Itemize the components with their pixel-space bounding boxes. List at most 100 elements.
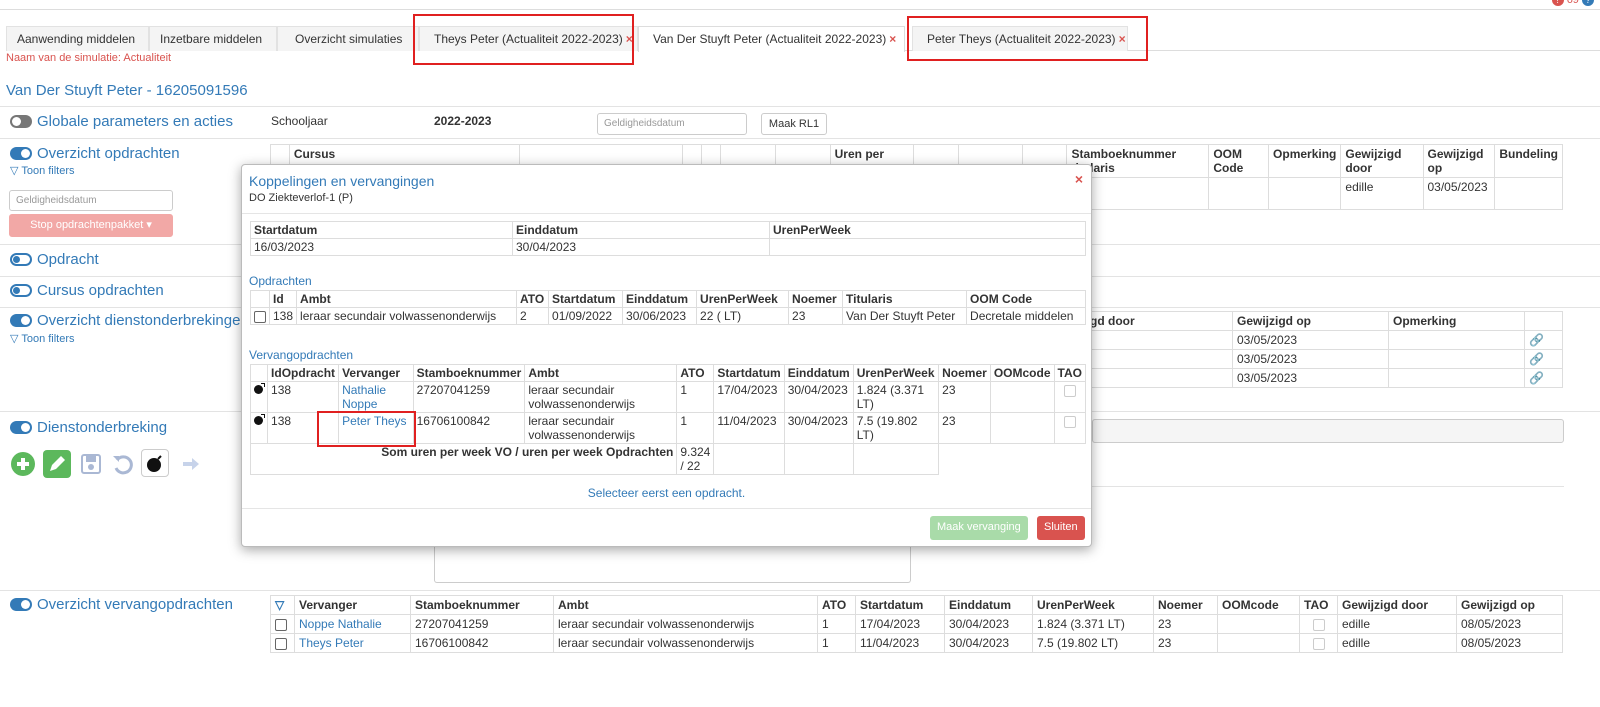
table-cell: 16706100842 bbox=[412, 412, 526, 444]
tab-inzetbare-middelen[interactable]: Inzetbare middelen bbox=[149, 26, 277, 51]
table-cell: 23 bbox=[788, 307, 844, 325]
page-title: Van Der Stuyft Peter - 16205091596 bbox=[6, 82, 248, 99]
table-cell bbox=[783, 443, 854, 475]
table-cell: 🔗 bbox=[1524, 330, 1563, 350]
tao-checkbox[interactable] bbox=[1063, 415, 1076, 428]
vervanger-link[interactable]: Theys Peter bbox=[294, 633, 411, 653]
add-icon[interactable] bbox=[9, 450, 37, 478]
tao-checkbox[interactable] bbox=[1063, 384, 1076, 397]
table-cell bbox=[1053, 381, 1087, 413]
bomb-icon[interactable] bbox=[254, 383, 265, 394]
modal-footer-divider bbox=[242, 508, 1091, 509]
sluiten-button[interactable]: Sluiten bbox=[1037, 516, 1085, 540]
link-icon[interactable]: 🔗 bbox=[1529, 352, 1544, 366]
tab-aanwending-middelen[interactable]: Aanwending middelen bbox=[6, 26, 149, 51]
table-cell: 30/06/2023 bbox=[622, 307, 698, 325]
filter-icon: ▽ bbox=[10, 333, 19, 345]
toon-filters-link-2[interactable]: ▽ Toon filters bbox=[10, 332, 75, 345]
section-overzicht-dienstonderbrekingen[interactable]: Overzicht dienstonderbrekingen bbox=[10, 312, 249, 329]
table-header: Noemer bbox=[938, 364, 991, 382]
table-cell: Decretale middelen bbox=[966, 307, 1086, 325]
table-cell bbox=[713, 443, 785, 475]
filter-icon[interactable]: ▽ bbox=[275, 598, 284, 612]
section-cursus-opdrachten[interactable]: Cursus opdrachten bbox=[10, 282, 164, 299]
table-cell: 1 bbox=[676, 381, 715, 413]
table-cell: 17/04/2023 bbox=[855, 614, 945, 634]
dienstonderbreking-field[interactable] bbox=[1092, 419, 1564, 443]
table-header: UrenPerWeek bbox=[1032, 595, 1154, 615]
table-header: Gewijzigd op bbox=[1422, 144, 1496, 178]
table-header: gd door bbox=[1085, 311, 1233, 331]
table-header: Bundeling bbox=[1494, 144, 1563, 178]
toon-filters-link[interactable]: ▽ Toon filters bbox=[10, 164, 75, 177]
toggle-icon[interactable] bbox=[10, 314, 32, 327]
toggle-icon[interactable] bbox=[10, 421, 32, 434]
close-tab-icon[interactable]: × bbox=[889, 32, 896, 46]
toggle-icon[interactable] bbox=[10, 284, 32, 297]
table-row[interactable]: 03/05/2023 🔗 bbox=[1085, 368, 1563, 388]
geldigheidsdatum-input[interactable]: Geldigheidsdatum bbox=[597, 113, 747, 135]
table-cell bbox=[1085, 368, 1233, 388]
table-row[interactable]: 03/05/2023 🔗 bbox=[1085, 349, 1563, 369]
table-header: Id bbox=[268, 290, 298, 308]
link-icon[interactable]: 🔗 bbox=[1529, 371, 1544, 385]
row-checkbox[interactable] bbox=[275, 637, 287, 650]
table-row[interactable]: 138 Nathalie Noppe 27207041259 leraar se… bbox=[249, 381, 1087, 413]
simulation-name: Naam van de simulatie: Actualiteit bbox=[6, 52, 172, 64]
opdracht-checkbox[interactable] bbox=[254, 310, 266, 323]
tab-van-der-stuyft-peter[interactable]: Van Der Stuyft Peter (Actualiteit 2022-2… bbox=[638, 26, 905, 52]
toggle-icon[interactable] bbox=[10, 598, 32, 611]
table-cell: 🔗 bbox=[1524, 368, 1563, 388]
link-icon[interactable]: 🔗 bbox=[1529, 333, 1544, 347]
section-overzicht-opdrachten[interactable]: Overzicht opdrachten bbox=[10, 145, 180, 162]
table-row[interactable]: Theys Peter 16706100842 leraar secundair… bbox=[270, 633, 1563, 653]
table-header: UrenPerWeek bbox=[769, 221, 1086, 239]
arrow-right-icon[interactable] bbox=[177, 450, 205, 478]
table-cell: 1.824 (3.371 LT) bbox=[852, 381, 940, 413]
table-header: Gewijzigd op bbox=[1232, 311, 1389, 331]
table-cell: 1 bbox=[676, 412, 715, 444]
table-cell: 1 bbox=[817, 633, 856, 653]
table-header: TAO bbox=[1053, 364, 1087, 382]
section-title: Cursus opdrachten bbox=[37, 282, 164, 299]
close-icon[interactable]: × bbox=[1075, 171, 1083, 187]
table-row[interactable]: 138 leraar secundair volwassenonderwijs … bbox=[250, 307, 1086, 325]
bomb-icon[interactable] bbox=[141, 449, 169, 477]
section-opdracht[interactable]: Opdracht bbox=[10, 251, 99, 268]
tao-checkbox[interactable] bbox=[1312, 618, 1325, 631]
toggle-icon[interactable] bbox=[10, 147, 32, 160]
table-row[interactable]: Noppe Nathalie 27207041259 leraar secund… bbox=[270, 614, 1563, 634]
toggle-icon[interactable] bbox=[10, 253, 32, 266]
divider bbox=[0, 590, 1600, 591]
table-cell: 30/04/2023 bbox=[944, 633, 1033, 653]
tab-overzicht-simulaties[interactable]: Overzicht simulaties bbox=[277, 26, 419, 51]
edit-icon[interactable] bbox=[43, 450, 71, 478]
vervanger-link[interactable]: Noppe Nathalie bbox=[294, 614, 411, 634]
info-icon: ? bbox=[1582, 0, 1594, 6]
tao-checkbox[interactable] bbox=[1312, 637, 1325, 650]
geldigheidsdatum-input-2[interactable]: Geldigheidsdatum bbox=[9, 190, 173, 211]
maak-rl1-button[interactable]: Maak RL1 bbox=[761, 113, 827, 135]
table-header: OOMcode bbox=[1217, 595, 1300, 615]
table-header: Ambt bbox=[296, 290, 518, 308]
vervanger-link[interactable]: Nathalie Noppe bbox=[338, 381, 414, 413]
toggle-icon[interactable] bbox=[10, 115, 32, 128]
notification-count: 69 bbox=[1566, 0, 1579, 6]
section-dienstonderbreking[interactable]: Dienstonderbreking bbox=[10, 419, 167, 436]
maak-vervanging-button[interactable]: Maak vervanging bbox=[930, 516, 1028, 540]
table-cell bbox=[1085, 330, 1233, 350]
save-icon[interactable] bbox=[77, 450, 105, 478]
section-title: Overzicht opdrachten bbox=[37, 145, 180, 162]
undo-icon[interactable] bbox=[109, 450, 137, 478]
section-globale-parameters[interactable]: Globale parameters en acties bbox=[10, 113, 233, 130]
koppelingen-modal: Koppelingen en vervangingen DO Ziektever… bbox=[241, 164, 1092, 547]
row-checkbox[interactable] bbox=[275, 618, 287, 631]
table-row[interactable]: 03/05/2023 🔗 bbox=[1085, 330, 1563, 350]
bomb-icon[interactable] bbox=[254, 414, 265, 425]
notification-area[interactable]: ! 69 ? bbox=[1551, 0, 1594, 6]
stop-opdrachtenpakket-button[interactable]: Stop opdrachtenpakket ▾ bbox=[9, 214, 173, 237]
table-cell: edille bbox=[1340, 177, 1424, 210]
table-cell: 23 bbox=[938, 381, 991, 413]
section-overzicht-vervangopdrachten[interactable]: Overzicht vervangopdrachten bbox=[10, 596, 233, 613]
table-header bbox=[250, 290, 270, 308]
